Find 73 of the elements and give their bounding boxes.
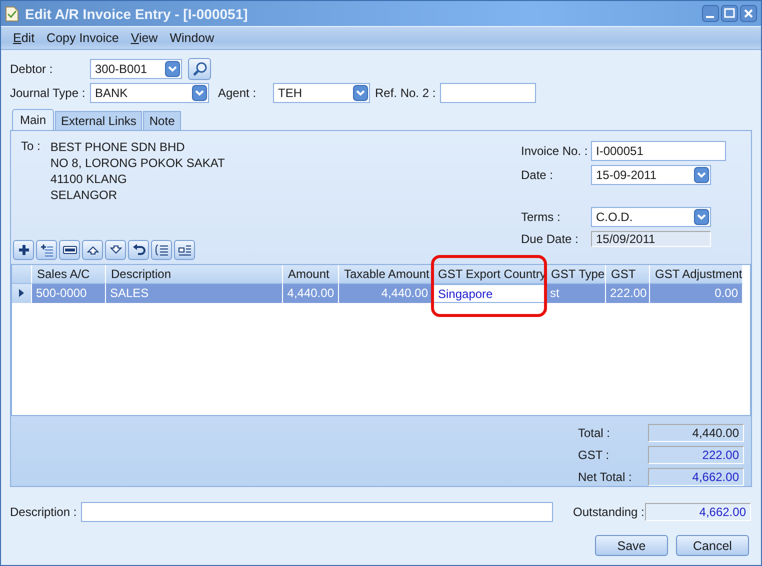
column-header[interactable]: GST Adjustment — [650, 264, 743, 284]
total-label: GST : — [578, 448, 610, 462]
address-line: NO 8, LORONG POKOK SAKAT — [50, 155, 225, 171]
address-line: SELANGOR — [50, 187, 118, 203]
date-label: Date : — [521, 167, 554, 184]
total-label: Total : — [578, 426, 612, 440]
table-cell: 222.00 — [606, 284, 650, 302]
dialog-button[interactable]: Save — [595, 535, 668, 556]
menu-item[interactable]: Window — [164, 31, 220, 45]
table-cell: 4,440.00 — [339, 284, 433, 302]
close-icon[interactable] — [740, 5, 757, 22]
total-value: 4,440.00 — [648, 424, 744, 442]
cell-editor[interactable]: Singapore — [433, 284, 546, 302]
ref-no-label: Ref. No. 2 : — [375, 86, 436, 100]
debtor-label: Debtor : — [10, 62, 54, 76]
toolbar-button[interactable] — [105, 240, 126, 260]
document-icon — [5, 6, 19, 22]
table-row[interactable]: 500-0000 SALES 4,440.00 4,440.00 Singapore st 222.00 0.00 — [12, 284, 750, 302]
search-icon — [192, 61, 208, 77]
tab[interactable]: External Links — [55, 111, 142, 130]
table-cell: 500-0000 — [32, 284, 106, 302]
table-cell: 0.00 — [650, 284, 743, 302]
description-field[interactable] — [81, 502, 553, 522]
toolbar-button[interactable] — [59, 240, 80, 260]
terms-combo[interactable]: C.O.D. — [591, 207, 711, 227]
debtor-combo[interactable]: 300-B001 — [90, 59, 182, 79]
column-header[interactable]: GST Export Country — [433, 264, 546, 284]
toolbar-button[interactable] — [13, 240, 34, 260]
toolbar-button[interactable] — [36, 240, 57, 260]
column-header[interactable]: Taxable Amount — [339, 264, 433, 284]
tab[interactable]: Note — [143, 111, 181, 130]
column-header[interactable]: Sales A/C — [32, 264, 106, 284]
column-header[interactable]: GST — [606, 264, 650, 284]
search-button[interactable] — [188, 58, 211, 80]
agent-label: Agent : — [218, 86, 258, 100]
due-date-label: Due Date : — [521, 231, 580, 247]
toolbar-button[interactable] — [82, 240, 103, 260]
table-cell: 4,440.00 — [283, 284, 339, 302]
agent-combo[interactable]: TEH — [273, 83, 370, 103]
maximize-icon[interactable] — [721, 5, 738, 22]
terms-label: Terms : — [521, 209, 562, 226]
description-label: Description : — [10, 505, 78, 519]
journal-type-label: Journal Type : — [10, 86, 86, 100]
column-header[interactable]: Amount — [283, 264, 339, 284]
table-cell: SALES — [106, 284, 283, 302]
to-label: To : — [21, 139, 40, 155]
toolbar-button[interactable] — [128, 240, 149, 260]
journal-type-combo[interactable]: BANK — [90, 83, 209, 103]
address-line: 41100 KLANG — [50, 171, 128, 187]
total-value: 222.00 — [648, 446, 744, 464]
window-title: Edit A/R Invoice Entry - [I-000051] — [25, 6, 248, 22]
tab[interactable]: Main — [12, 109, 54, 130]
column-header[interactable]: Description — [106, 264, 283, 284]
toolbar-button[interactable] — [174, 240, 195, 260]
due-date-field: 15/09/2011 — [591, 231, 711, 247]
table-cell: st — [546, 284, 606, 302]
outstanding-label: Outstanding : — [573, 505, 645, 519]
outstanding-value: 4,662.00 — [645, 503, 751, 521]
total-value: 4,662.00 — [648, 468, 744, 486]
dialog-button[interactable]: Cancel — [676, 535, 749, 556]
minimize-icon[interactable] — [702, 5, 719, 22]
invoice-no-label: Invoice No. : — [521, 143, 589, 160]
menu-item[interactable]: Edit — [7, 31, 41, 45]
ref-no-field[interactable] — [440, 83, 536, 103]
menu-item[interactable]: View — [124, 31, 164, 45]
invoice-no-field[interactable]: I-000051 — [591, 141, 726, 161]
menu-item[interactable]: Copy Invoice — [40, 31, 125, 45]
address-line: BEST PHONE SDN BHD — [50, 139, 186, 155]
toolbar-button[interactable] — [151, 240, 172, 260]
column-header[interactable]: GST Type — [546, 264, 606, 284]
row-pointer-icon — [19, 289, 24, 297]
date-combo[interactable]: 15-09-2011 — [591, 165, 711, 185]
total-label: Net Total : — [578, 470, 633, 484]
